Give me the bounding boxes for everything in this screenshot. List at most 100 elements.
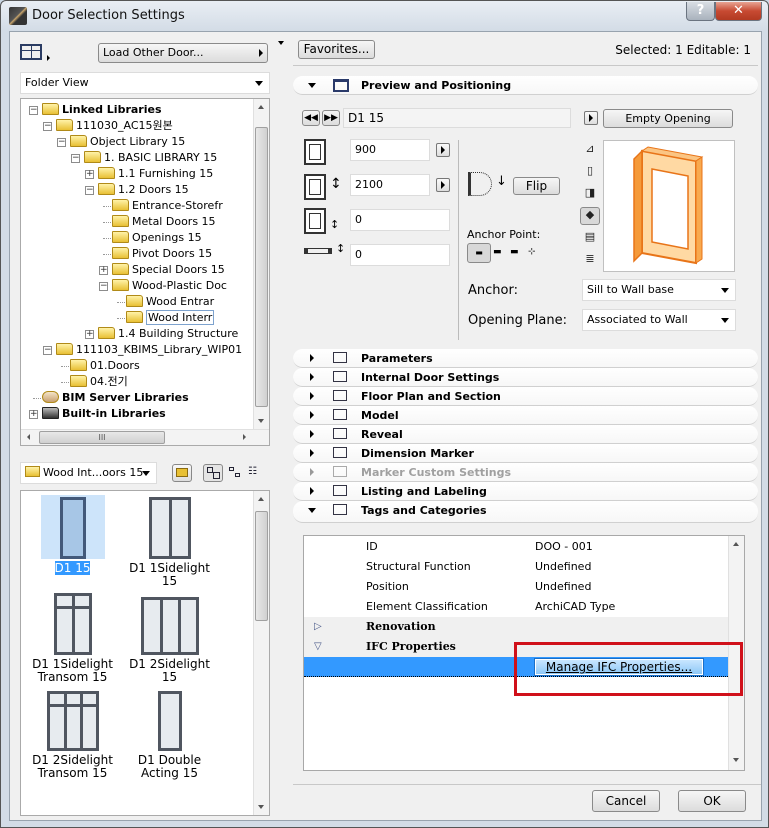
scroll-up-icon[interactable] <box>258 105 264 109</box>
load-other-door-button[interactable]: Load Other Door... <box>98 43 268 63</box>
anchor-point-left-button[interactable]: ▬ <box>467 243 491 263</box>
empty-opening-button[interactable]: Empty Opening <box>603 109 733 128</box>
splitter-collapse-icon[interactable] <box>278 41 284 45</box>
tag-row[interactable]: Element Classification ArchiCAD Type <box>304 597 728 617</box>
tag-row[interactable]: Structural Function Undefined <box>304 557 728 577</box>
preview-section-icon[interactable]: ⊿ <box>582 142 598 156</box>
object-thumbnail-grid[interactable]: D1 15 D1 1Sidelight 15 D1 1Sidelight Trans… <box>20 490 270 816</box>
tree-item[interactable]: 04.전기 <box>70 374 128 390</box>
tree-item[interactable]: Metal Doors 15 <box>112 214 216 230</box>
panel-preview-and-positioning[interactable]: Preview and Positioning <box>293 76 758 95</box>
object-thumbnail[interactable]: D1 1Sidelight 15 <box>122 495 217 588</box>
tree-item[interactable]: Special Doors 15 <box>112 262 225 278</box>
object-menu-button[interactable] <box>584 111 598 125</box>
help-button[interactable]: ? <box>686 2 715 21</box>
scroll-left-icon[interactable] <box>27 434 30 440</box>
scroll-down-icon[interactable] <box>258 419 264 423</box>
collapse-triangle-icon[interactable]: ▽ <box>314 637 322 657</box>
opening-plane-dropdown[interactable]: Associated to Wall <box>582 309 736 331</box>
expand-icon[interactable]: + <box>85 330 94 339</box>
sill-height-field[interactable]: 0 <box>350 209 450 231</box>
tree-item[interactable]: 1. BASIC LIBRARY 15 <box>84 150 217 166</box>
scroll-thumb[interactable] <box>255 127 268 407</box>
anchor-point-wall-icon[interactable]: ▬ <box>510 247 519 257</box>
tag-group-renovation[interactable]: ▷ Renovation <box>304 617 728 637</box>
scroll-down-icon[interactable] <box>258 805 264 809</box>
tree-vertical-scrollbar[interactable] <box>253 99 269 431</box>
flip-button[interactable]: Flip <box>513 177 560 195</box>
tree-item[interactable]: 1.2 Doors 15 <box>98 182 189 198</box>
collapse-icon[interactable]: − <box>43 122 52 131</box>
large-icons-view-button[interactable] <box>203 464 223 482</box>
view-mode-button[interactable] <box>20 42 54 64</box>
expand-icon[interactable]: + <box>29 410 38 419</box>
h-scroll-thumb[interactable]: III <box>39 431 165 444</box>
collapse-icon[interactable]: − <box>85 186 94 195</box>
width-field[interactable]: 900 <box>350 139 430 161</box>
favorites-button[interactable]: Favorites... <box>298 40 375 59</box>
tree-item[interactable]: Wood Interr <box>126 310 215 326</box>
tree-item[interactable]: Wood Entrar <box>126 294 214 310</box>
tree-item[interactable]: Entrance-Storefr <box>112 198 223 214</box>
library-tree[interactable]: III − Linked Libraries − 111030_AC15원본 − Obje… <box>20 98 270 446</box>
tree-item[interactable]: Object Library 15 <box>70 134 185 150</box>
panel-dimension-marker[interactable]: Dimension Marker <box>293 444 758 463</box>
panel-floor-plan-and-section[interactable]: Floor Plan and Section <box>293 387 758 406</box>
tree-item[interactable]: Wood-Plastic Doc <box>112 278 227 294</box>
tree-item[interactable]: 111103_KBIMS_Library_WIP01 <box>56 342 242 358</box>
current-folder-dropdown[interactable]: Wood Int...oors 15 <box>20 462 157 484</box>
panel-internal-door-settings[interactable]: Internal Door Settings <box>293 368 758 387</box>
panel-tags-and-categories[interactable]: Tags and Categories <box>293 501 758 523</box>
cancel-button[interactable]: Cancel <box>592 790 660 812</box>
next-object-button[interactable]: ▶▶ <box>322 110 340 126</box>
preview-3d-icon[interactable]: ◆ <box>580 207 600 225</box>
height-options-button[interactable] <box>436 178 450 192</box>
scroll-up-icon[interactable] <box>258 497 264 501</box>
object-thumbnail[interactable]: D1 2Sidelight 15 <box>122 591 217 684</box>
scroll-right-icon[interactable] <box>243 434 246 440</box>
object-name-field[interactable]: D1 15 <box>343 108 571 128</box>
collapse-icon[interactable]: − <box>29 106 38 115</box>
object-thumbnail[interactable]: D1 1Sidelight Transom 15 <box>25 591 120 684</box>
tag-row[interactable]: Position Undefined <box>304 577 728 597</box>
preview-side-icon[interactable]: ▤ <box>582 230 598 244</box>
scroll-up-icon[interactable] <box>733 542 739 546</box>
object-thumbnail[interactable]: D1 2Sidelight Transom 15 <box>25 687 120 780</box>
expand-icon[interactable]: + <box>99 266 108 275</box>
anchor-dropdown[interactable]: Sill to Wall base <box>582 279 736 301</box>
preview-plan-icon[interactable]: ◨ <box>582 186 598 200</box>
collapse-icon[interactable]: − <box>43 346 52 355</box>
tree-item[interactable]: 01.Doors <box>70 358 140 374</box>
tag-row[interactable]: ID DOO - 001 <box>304 537 728 557</box>
grid-vertical-scrollbar[interactable] <box>253 491 269 815</box>
expand-icon[interactable]: + <box>85 170 94 179</box>
close-button[interactable]: ✕ <box>715 2 762 21</box>
ok-button[interactable]: OK <box>678 790 746 812</box>
tree-item[interactable]: Pivot Doors 15 <box>112 246 212 262</box>
panel-model[interactable]: Model <box>293 406 758 425</box>
panel-parameters[interactable]: Parameters <box>293 349 758 368</box>
tree-horizontal-scrollbar[interactable]: III <box>21 429 269 445</box>
folder-view-dropdown[interactable]: Folder View <box>20 72 270 94</box>
tree-item[interactable]: BIM Server Libraries <box>42 390 189 406</box>
object-thumbnail[interactable]: D1 15 <box>25 495 120 575</box>
preview-list-icon[interactable]: ≣ <box>582 252 598 266</box>
preview-elevation-icon[interactable]: ▯ <box>582 164 598 178</box>
expand-triangle-icon[interactable]: ▷ <box>314 617 322 637</box>
collapse-icon[interactable]: − <box>57 138 66 147</box>
prev-object-button[interactable]: ◀◀ <box>302 110 320 126</box>
anchor-point-right-icon[interactable]: ⊹ <box>528 247 536 257</box>
height-field[interactable]: 2100 <box>350 174 430 196</box>
panel-listing-and-labeling[interactable]: Listing and Labeling <box>293 482 758 501</box>
list-view-button[interactable]: ☷ <box>248 466 264 480</box>
offset-field[interactable]: 0 <box>350 244 450 266</box>
tree-item[interactable]: 1.4 Building Structure <box>98 326 238 342</box>
tree-item[interactable]: 111030_AC15원본 <box>56 118 173 134</box>
width-options-button[interactable] <box>436 143 450 157</box>
collapse-icon[interactable]: − <box>99 282 108 291</box>
tree-item[interactable]: Built-in Libraries <box>42 406 166 422</box>
tree-item[interactable]: Openings 15 <box>112 230 202 246</box>
anchor-point-center-icon[interactable]: ▬ <box>493 247 502 257</box>
tree-item[interactable]: Linked Libraries <box>42 102 162 118</box>
scroll-down-icon[interactable] <box>733 758 739 762</box>
